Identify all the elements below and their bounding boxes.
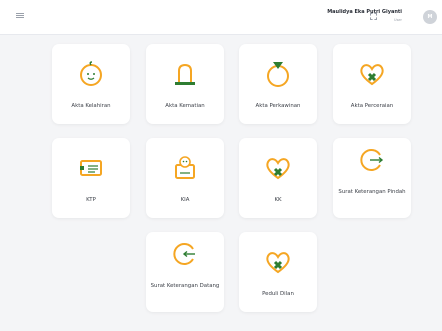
baby-face-icon [80, 61, 102, 86]
service-card-akta-kelahiran[interactable]: Akta Kelahiran [52, 44, 130, 124]
user-name: Maulidya Eka Putri Giyanti [327, 9, 402, 15]
service-label: Akta Perkawinan [255, 103, 301, 109]
menu-icon[interactable] [16, 13, 24, 19]
service-card-akta-perkawinan[interactable]: Akta Perkawinan [239, 44, 317, 124]
service-label: Akta Perceraian [350, 103, 394, 109]
service-label: Surat Keterangan Datang [150, 283, 220, 289]
service-card-surat-pindah[interactable]: Surat Keterangan Pindah [333, 138, 411, 218]
broken-heart-icon [360, 64, 384, 86]
user-role: User [394, 18, 402, 22]
service-label: KIA [180, 197, 190, 203]
care-heart-icon [266, 252, 290, 274]
ring-icon [267, 62, 289, 87]
service-card-kk[interactable]: KK [239, 138, 317, 218]
service-card-surat-datang[interactable]: Surat Keterangan Datang [146, 232, 224, 312]
service-card-akta-kematian[interactable]: Akta Kematian [146, 44, 224, 124]
child-card-icon [175, 156, 195, 179]
service-label: KTP [86, 197, 96, 203]
service-card-kia[interactable]: KIA [146, 138, 224, 218]
service-label: Surat Keterangan Pindah [338, 189, 406, 195]
service-label: Peduli Dilan [262, 291, 294, 297]
service-card-ktp[interactable]: KTP [52, 138, 130, 218]
family-heart-icon [266, 158, 290, 180]
move-out-icon [360, 149, 384, 171]
top-bar: Maulidya Eka Putri Giyanti User M [0, 0, 442, 35]
id-card-icon [80, 160, 102, 176]
tombstone-icon [175, 63, 195, 85]
service-card-peduli-dilan[interactable]: Peduli Dilan [239, 232, 317, 312]
service-label: Akta Kematian [165, 103, 205, 109]
service-label: KK [274, 197, 282, 203]
service-label: Akta Kelahiran [71, 103, 111, 109]
service-card-akta-perceraian[interactable]: Akta Perceraian [333, 44, 411, 124]
avatar[interactable]: M [423, 10, 437, 24]
move-in-icon [173, 243, 195, 265]
